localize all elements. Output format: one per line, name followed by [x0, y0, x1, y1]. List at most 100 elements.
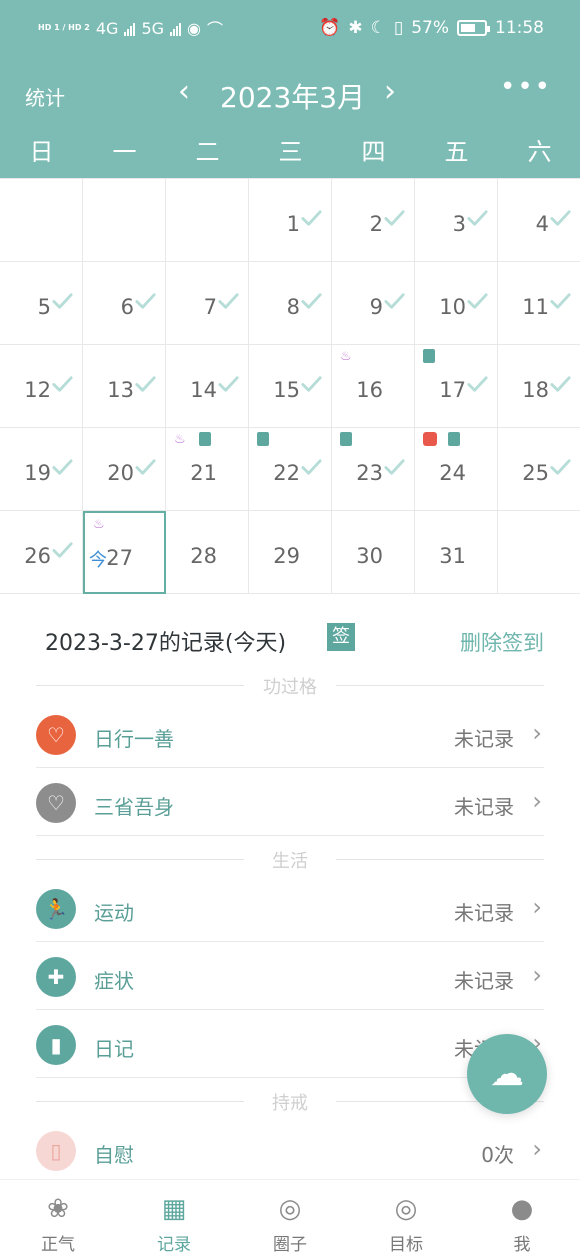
tab-label: 正气 — [41, 1235, 75, 1255]
day-number: 5 — [37, 295, 51, 319]
record-label: 自慰 — [94, 1143, 134, 1167]
section-header: 生活 — [36, 847, 544, 872]
tab-bar: ❀ 正气 ▦ 记录 ◎ 圈子 ◎ 目标 ● 我 — [0, 1179, 580, 1257]
calendar-empty-cell — [166, 179, 249, 262]
weekday-tue: 二 — [195, 138, 220, 166]
day-number: 7 — [203, 295, 217, 319]
tab-lotus[interactable]: ❀ 正气 — [0, 1180, 116, 1257]
calendar-day-27[interactable]: 27 今 ♨ — [83, 511, 166, 594]
calendar-day-19[interactable]: 19 — [0, 428, 83, 511]
battery-icon — [457, 20, 490, 36]
more-icon[interactable]: ••• — [500, 72, 552, 102]
calendar-day-16[interactable]: 16 ♨ — [332, 345, 415, 428]
tab-label: 圈子 — [273, 1235, 307, 1255]
record-title: 2023-3-27的记录(今天) — [45, 631, 287, 656]
day-number: 23 — [356, 461, 383, 485]
day-number: 8 — [286, 295, 300, 319]
calendar-day-3[interactable]: 3 — [415, 179, 498, 262]
record-value: 未记录 — [454, 901, 514, 925]
calendar-day-4[interactable]: 4 — [498, 179, 580, 262]
weekday-wed: 三 — [278, 138, 303, 166]
record-row[interactable]: ♡ 日行一善 未记录 › — [36, 701, 544, 768]
calendar-day-31[interactable]: 31 — [415, 511, 498, 594]
calendar-day-14[interactable]: 14 — [166, 345, 249, 428]
clock: 11:58 — [495, 18, 544, 38]
day-number: 11 — [522, 295, 549, 319]
calendar-day-1[interactable]: 1 — [249, 179, 332, 262]
chevron-left-icon[interactable]: ‹ — [178, 74, 190, 109]
record-row[interactable]: ✚ 症状 未记录 › — [36, 943, 544, 1010]
delete-checkin-button[interactable]: 删除签到 — [460, 627, 544, 657]
calendar-header: 统计 ‹ 2023年3月 › ••• — [0, 64, 580, 124]
calendar-day-26[interactable]: 26 — [0, 511, 83, 594]
day-number: 21 — [190, 461, 217, 485]
section-title: 生活 — [272, 851, 308, 872]
day-number: 9 — [369, 295, 383, 319]
calendar-day-29[interactable]: 29 — [249, 511, 332, 594]
calendar-day-6[interactable]: 6 — [83, 262, 166, 345]
record-label: 三省吾身 — [94, 795, 174, 819]
tab-target[interactable]: ◎ 目标 — [348, 1180, 464, 1257]
chevron-right-icon[interactable]: › — [384, 74, 396, 109]
calendar-day-11[interactable]: 11 — [498, 262, 580, 345]
section-title: 持戒 — [272, 1093, 308, 1114]
top-bar: HD 1 / HD 2 4G 5G ◉ ⌒ ⏰ ✱ ☾ ▯ 57% 11:58 … — [0, 0, 580, 178]
month-title: 2023年3月 — [220, 81, 366, 114]
vibrate-icon: ▯ — [393, 18, 404, 38]
cloud-sync-button[interactable]: ☁ — [467, 1034, 547, 1114]
record-label: 症状 — [94, 969, 134, 993]
calendar-day-10[interactable]: 10 — [415, 262, 498, 345]
calendar-day-23[interactable]: 23 — [332, 428, 415, 511]
record-row[interactable]: ▯ 自慰 0次 › — [36, 1117, 544, 1184]
calendar-day-5[interactable]: 5 — [0, 262, 83, 345]
record-row[interactable]: 🏃 运动 未记录 › — [36, 875, 544, 942]
day-number: 15 — [273, 378, 300, 402]
calendar-day-13[interactable]: 13 — [83, 345, 166, 428]
calendar-day-2[interactable]: 2 — [332, 179, 415, 262]
day-number: 26 — [24, 544, 51, 568]
calendar-day-12[interactable]: 12 — [0, 345, 83, 428]
calendar-day-18[interactable]: 18 — [498, 345, 580, 428]
wifi-icon: ⌒ — [207, 20, 224, 39]
circle-icon: ◎ — [278, 1194, 302, 1224]
record-row[interactable]: ♡ 三省吾身 未记录 › — [36, 769, 544, 836]
target-icon: ◎ — [394, 1194, 418, 1224]
tab-calendar[interactable]: ▦ 记录 — [116, 1180, 232, 1257]
user-icon: ● — [510, 1194, 534, 1224]
tissue-icon: ▯ — [36, 1131, 76, 1171]
medkit-icon: ✚ — [36, 957, 76, 997]
calendar-day-17[interactable]: 17 — [415, 345, 498, 428]
weekday-mon: 一 — [112, 138, 137, 166]
diary-icon — [199, 432, 211, 451]
cloud-check-icon: ☁ — [490, 1054, 524, 1094]
tab-circle[interactable]: ◎ 圈子 — [232, 1180, 348, 1257]
chevron-right-icon: › — [532, 961, 542, 989]
calendar-day-9[interactable]: 9 — [332, 262, 415, 345]
record-value: 未记录 — [454, 795, 514, 819]
calendar-day-20[interactable]: 20 — [83, 428, 166, 511]
calendar-day-8[interactable]: 8 — [249, 262, 332, 345]
section-header: 持戒 — [36, 1089, 544, 1114]
day-number: 3 — [452, 212, 466, 236]
calendar-day-7[interactable]: 7 — [166, 262, 249, 345]
calendar-day-22[interactable]: 22 — [249, 428, 332, 511]
weekday-row: 日 一 二 三 四 五 六 — [0, 124, 580, 178]
calendar-day-30[interactable]: 30 — [332, 511, 415, 594]
day-number: 2 — [369, 212, 383, 236]
calendar-day-24[interactable]: 24 — [415, 428, 498, 511]
heart-icon: ♡ — [36, 715, 76, 755]
calendar-day-21[interactable]: 21 ♨ — [166, 428, 249, 511]
calendar-day-28[interactable]: 28 — [166, 511, 249, 594]
day-number: 12 — [24, 378, 51, 402]
stat-button[interactable]: 统计 — [25, 82, 65, 111]
net-right: 5G — [141, 18, 165, 38]
calendar-empty-cell — [0, 179, 83, 262]
calendar-day-15[interactable]: 15 — [249, 345, 332, 428]
day-number: 31 — [439, 544, 466, 568]
notebook-icon: ▮ — [36, 1025, 76, 1065]
tab-user[interactable]: ● 我 — [464, 1180, 580, 1257]
signal-icon-2 — [170, 20, 182, 36]
record-label: 运动 — [94, 901, 134, 925]
calendar-day-25[interactable]: 25 — [498, 428, 580, 511]
calendar-empty-cell — [83, 179, 166, 262]
